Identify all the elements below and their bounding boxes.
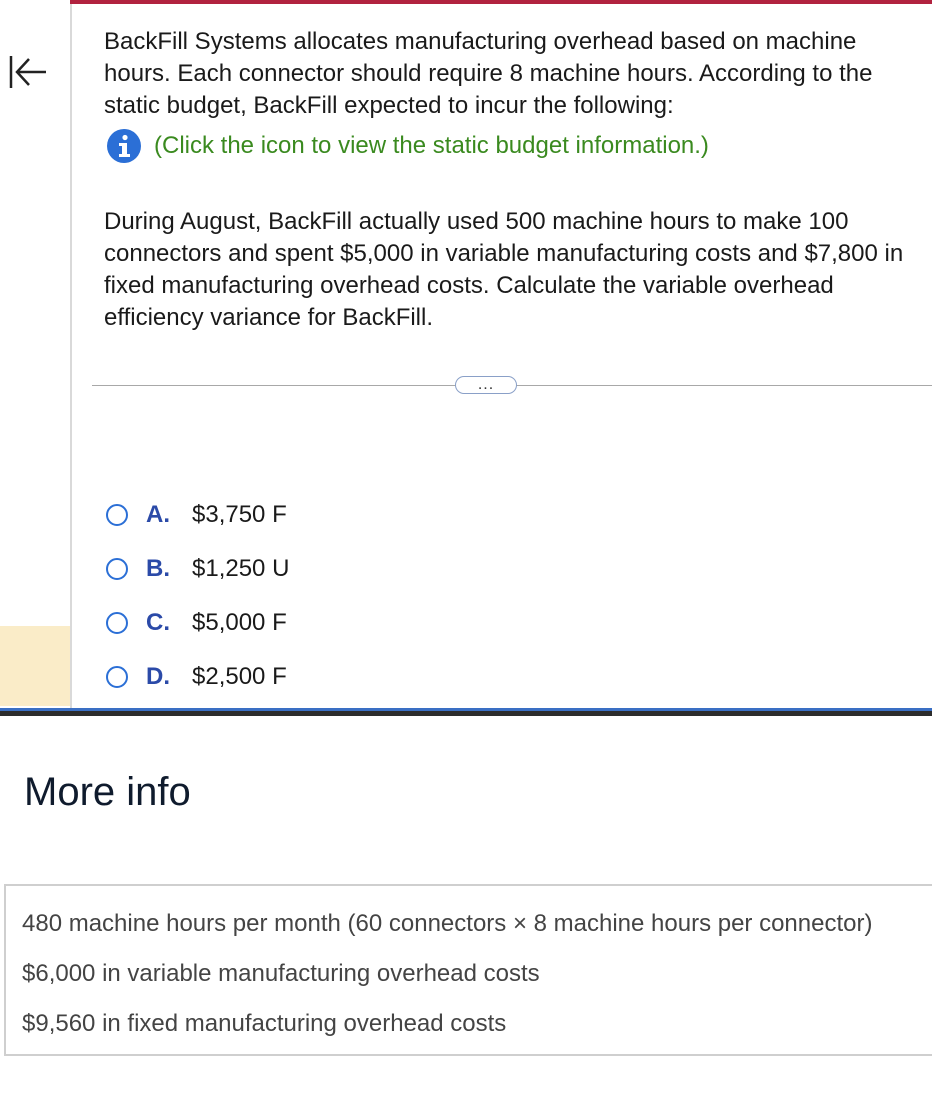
option-letter: A. xyxy=(146,501,170,528)
answer-options: A. $3,750 F B. $1,250 U C. $5,000 F D. $… xyxy=(106,488,289,704)
info-line: (Click the icon to view the static budge… xyxy=(104,128,924,164)
option-letter: D. xyxy=(146,663,170,690)
rail-divider xyxy=(70,4,72,712)
option-value: $5,000 F xyxy=(192,609,287,636)
option-d[interactable]: D. $2,500 F xyxy=(106,650,289,704)
question-text-2: During August, BackFill actually used 50… xyxy=(104,208,904,331)
info-row-variable-overhead: $6,000 in variable manufacturing overhea… xyxy=(22,960,540,987)
radio-b[interactable] xyxy=(106,558,128,580)
more-info-box: 480 machine hours per month (60 connecto… xyxy=(4,884,932,1056)
panel-bottom-bar-accent xyxy=(0,708,932,711)
info-icon[interactable] xyxy=(106,128,142,164)
option-letter: B. xyxy=(146,555,170,582)
option-value: $3,750 F xyxy=(192,501,287,528)
option-value: $1,250 U xyxy=(192,555,290,582)
more-info-title: More info xyxy=(24,770,191,814)
radio-c[interactable] xyxy=(106,612,128,634)
collapse-left-icon[interactable] xyxy=(6,50,50,94)
radio-d[interactable] xyxy=(106,666,128,688)
panel-bottom-bar xyxy=(0,708,932,716)
option-letter: C. xyxy=(146,609,170,636)
radio-a[interactable] xyxy=(106,504,128,526)
left-rail xyxy=(0,4,70,712)
question-panel: BackFill Systems allocates manufacturing… xyxy=(104,26,924,334)
info-row-machine-hours: 480 machine hours per month (60 connecto… xyxy=(22,910,873,937)
rail-highlight xyxy=(0,626,70,706)
info-row-fixed-overhead: $9,560 in fixed manufacturing overhead c… xyxy=(22,1010,507,1037)
top-accent-bar xyxy=(70,0,932,4)
option-b[interactable]: B. $1,250 U xyxy=(106,542,289,596)
expand-ellipsis-button[interactable]: ... xyxy=(455,376,517,394)
question-text-1: BackFill Systems allocates manufacturing… xyxy=(104,28,873,119)
option-value: $2,500 F xyxy=(192,663,287,690)
page: BackFill Systems allocates manufacturing… xyxy=(0,0,932,1110)
option-c[interactable]: C. $5,000 F xyxy=(106,596,289,650)
option-a[interactable]: A. $3,750 F xyxy=(106,488,289,542)
static-budget-info-link[interactable]: (Click the icon to view the static budge… xyxy=(154,132,709,160)
